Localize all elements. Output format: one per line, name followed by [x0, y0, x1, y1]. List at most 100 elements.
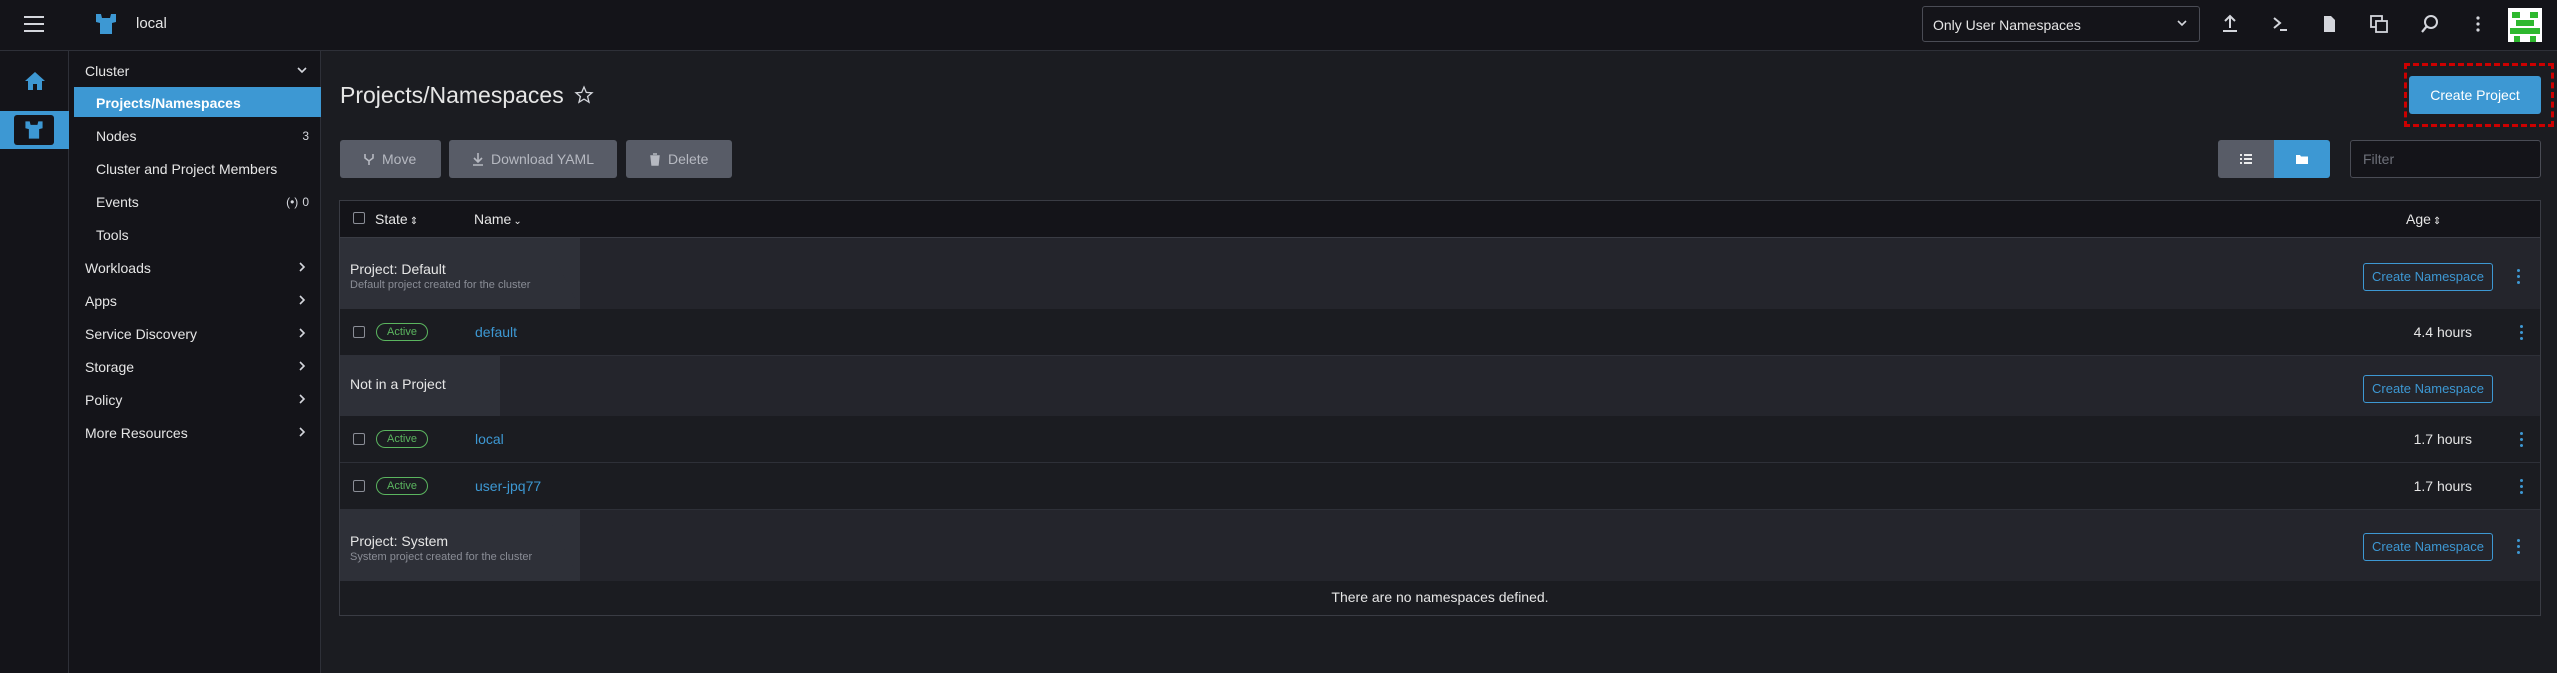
age-value: 1.7 hours — [2413, 478, 2472, 494]
nav-group-more-resources[interactable]: More Resources — [69, 417, 321, 447]
more-vertical-icon[interactable] — [2467, 13, 2489, 35]
filter-input[interactable] — [2350, 140, 2541, 178]
nav-group-storage[interactable]: Storage — [69, 351, 321, 381]
download-yaml-button[interactable]: Download YAML — [449, 140, 617, 178]
sidebar-item-label: Tools — [96, 227, 129, 243]
events-count-wrap: (•) 0 — [286, 195, 309, 209]
chevron-right-icon — [299, 262, 306, 272]
terminal-icon[interactable] — [2269, 13, 2291, 35]
upload-icon[interactable] — [2219, 13, 2241, 35]
main-content: Projects/Namespaces Create Project Move … — [321, 51, 2557, 673]
rail-cluster-local[interactable] — [0, 111, 69, 149]
nav-group-label: Service Discovery — [85, 326, 198, 342]
namespace-link[interactable]: local — [475, 431, 504, 447]
namespace-filter-select[interactable]: Only User Namespaces — [1922, 6, 2200, 42]
folder-icon — [2296, 155, 2308, 164]
sidebar-item-nodes[interactable]: Nodes 3 — [69, 120, 321, 150]
page-title: Projects/Namespaces — [340, 82, 564, 108]
hamburger-icon[interactable] — [24, 16, 44, 32]
namespace-link[interactable]: user-jpq77 — [475, 478, 541, 494]
create-namespace-button[interactable]: Create Namespace — [2363, 533, 2493, 561]
flat-list-view-button[interactable] — [2218, 140, 2274, 178]
move-button[interactable]: Move — [340, 140, 441, 178]
status-badge: Active — [376, 477, 428, 495]
file-icon[interactable] — [2318, 13, 2340, 35]
list-icon — [2240, 154, 2252, 164]
more-vertical-icon[interactable] — [2517, 269, 2521, 285]
sidebar-item-label: Projects/Namespaces — [96, 95, 241, 111]
create-project-button[interactable]: Create Project — [2409, 76, 2541, 114]
column-label: State — [375, 211, 408, 227]
copy-icon[interactable] — [2368, 13, 2390, 35]
age-value: 1.7 hours — [2413, 431, 2472, 447]
sidebar-item-projects-namespaces[interactable]: Projects/Namespaces — [74, 87, 321, 117]
events-count: 0 — [302, 195, 309, 209]
search-icon[interactable] — [2419, 13, 2441, 35]
sidebar-item-label: Cluster and Project Members — [96, 161, 278, 177]
group-subtitle: System project created for the cluster — [350, 551, 533, 563]
empty-message: There are no namespaces defined. — [1331, 589, 1549, 605]
row-checkbox[interactable] — [353, 326, 365, 338]
nav-group-workloads[interactable]: Workloads — [69, 252, 321, 282]
nav-group-cluster[interactable]: Cluster — [69, 55, 321, 85]
column-header-age[interactable]: Age ⇕ — [2406, 211, 2441, 227]
sidebar-item-events[interactable]: Events (•) 0 — [69, 186, 321, 216]
view-toggle — [2218, 140, 2330, 178]
chevron-right-icon — [299, 295, 306, 305]
group-by-project-view-button[interactable] — [2274, 140, 2330, 178]
sort-icon: ⇕ — [409, 216, 419, 227]
sidebar-item-label: Events — [96, 194, 139, 210]
column-header-state[interactable]: State ⇕ — [375, 211, 418, 227]
group-title: Project: Default — [350, 261, 446, 277]
chevron-right-icon — [299, 394, 306, 404]
sort-icon: ⇕ — [2432, 216, 2442, 227]
project-group-none: Not in a Project Create Namespace — [340, 356, 2540, 416]
table-row: Active user-jpq77 1.7 hours — [340, 463, 2540, 510]
nav-group-policy[interactable]: Policy — [69, 384, 321, 414]
table-row: Active default 4.4 hours — [340, 309, 2540, 356]
trash-icon — [650, 153, 660, 166]
table-row: Active local 1.7 hours — [340, 416, 2540, 463]
select-all-checkbox[interactable] — [353, 212, 365, 224]
events-icon: (•) — [286, 195, 299, 209]
table-header: State ⇕ Name ⌄ Age ⇕ — [340, 201, 2540, 238]
more-vertical-icon[interactable] — [2520, 325, 2524, 341]
column-label: Age — [2406, 211, 2431, 227]
age-value: 4.4 hours — [2413, 324, 2472, 340]
home-icon[interactable] — [24, 71, 46, 91]
namespaces-table: State ⇕ Name ⌄ Age ⇕ Project: Default Defau… — [339, 200, 2541, 616]
avatar-icon[interactable] — [2508, 8, 2542, 42]
namespace-link[interactable]: default — [475, 324, 517, 340]
sort-icon: ⌄ — [513, 216, 522, 227]
nav-group-label: Policy — [85, 392, 123, 408]
delete-button[interactable]: Delete — [626, 140, 732, 178]
cluster-logo-icon — [96, 14, 116, 34]
create-namespace-button[interactable]: Create Namespace — [2363, 263, 2493, 291]
nav-group-label: Cluster — [85, 63, 130, 79]
column-header-name[interactable]: Name ⌄ — [474, 211, 522, 227]
delete-label: Delete — [668, 151, 709, 167]
nav-group-apps[interactable]: Apps — [69, 285, 321, 315]
app-rail — [0, 51, 69, 673]
move-label: Move — [382, 151, 417, 167]
project-group-system: Project: System System project created f… — [340, 510, 2540, 581]
more-vertical-icon[interactable] — [2520, 479, 2524, 495]
sidebar-item-cluster-project-members[interactable]: Cluster and Project Members — [69, 153, 321, 183]
row-checkbox[interactable] — [353, 433, 365, 445]
sidebar-item-tools[interactable]: Tools — [69, 219, 321, 249]
nav-group-service-discovery[interactable]: Service Discovery — [69, 318, 321, 348]
chevron-down-icon — [2177, 20, 2187, 27]
download-icon — [473, 153, 483, 166]
group-subtitle: Default project created for the cluster — [350, 279, 531, 291]
more-vertical-icon[interactable] — [2520, 432, 2524, 448]
create-namespace-button[interactable]: Create Namespace — [2363, 375, 2493, 403]
nav-group-label: Storage — [85, 359, 135, 375]
star-icon[interactable] — [574, 85, 594, 105]
side-navigation: Cluster Projects/Namespaces Nodes 3 Clus… — [69, 51, 321, 673]
chevron-right-icon — [299, 361, 306, 371]
move-icon — [364, 154, 374, 165]
row-checkbox[interactable] — [353, 480, 365, 492]
sidebar-item-label: Nodes — [96, 128, 137, 144]
cluster-name: local — [136, 15, 167, 32]
more-vertical-icon[interactable] — [2517, 539, 2521, 555]
